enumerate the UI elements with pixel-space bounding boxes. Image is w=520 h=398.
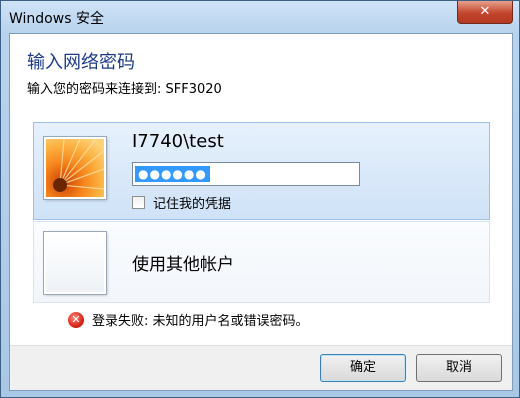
ok-button[interactable]: 确定 [320,354,406,382]
username-label: I7740\test [132,131,224,152]
user-avatar-icon [44,137,106,199]
button-bar: 确定 取消 [10,345,512,390]
dialog-heading: 输入网络密码 [27,52,135,73]
error-message: 登录失败: 未知的用户名或错误密码。 [92,314,309,329]
credential-tile-current-user[interactable]: I7740\test ●●●●●● 记住我的凭据 [33,122,490,220]
remember-credentials[interactable]: 记住我的凭据 [132,193,232,212]
close-icon: ✕ [479,4,491,19]
password-input[interactable]: ●●●●●● [132,162,360,186]
dialog-subheading: 输入您的密码来连接到: SFF3020 [27,82,222,97]
cancel-button[interactable]: 取消 [416,354,502,382]
remember-checkbox[interactable] [132,196,145,209]
error-x-icon: ✕ [68,311,84,328]
blank-avatar-icon [44,232,106,294]
credential-list: I7740\test ●●●●●● 记住我的凭据 使用其他帐户 [33,122,490,303]
remember-label: 记住我的凭据 [153,197,232,212]
error-message-row: ✕ 登录失败: 未知的用户名或错误密码。 [68,310,309,329]
windows-security-dialog: Windows 安全 ✕ 输入网络密码 输入您的密码来连接到: SFF3020 [0,0,520,398]
window-title: Windows 安全 [9,11,104,27]
other-account-label: 使用其他帐户 [132,255,234,275]
title-bar[interactable]: Windows 安全 ✕ [1,1,519,33]
close-button[interactable]: ✕ [457,1,513,24]
credential-tile-other-account[interactable]: 使用其他帐户 [33,221,490,303]
dialog-content: 输入网络密码 输入您的密码来连接到: SFF3020 I7740\test ●●… [9,33,513,391]
password-masked-value: ●●●●●● [135,166,210,182]
